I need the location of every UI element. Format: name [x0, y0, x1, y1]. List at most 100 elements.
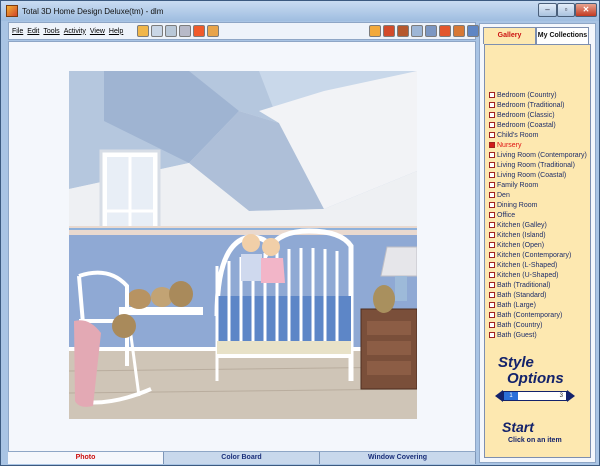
nursery-room-image: [69, 71, 417, 419]
tab-my-collections[interactable]: My Collections: [536, 27, 589, 44]
checkbox-icon[interactable]: [489, 252, 495, 258]
close-button[interactable]: ✕: [575, 3, 597, 17]
checkbox-icon[interactable]: [489, 102, 495, 108]
checkbox-icon[interactable]: [489, 172, 495, 178]
tab-color-board[interactable]: Color Board: [164, 452, 320, 464]
paint-icon[interactable]: [383, 25, 395, 37]
gallery-sidebar: Gallery My Collections Bedroom (Country)…: [479, 23, 596, 463]
toolbar-right: [367, 25, 479, 37]
list-item[interactable]: Kitchen (Island): [489, 230, 587, 240]
list-item[interactable]: Living Room (Contemporary): [489, 150, 587, 160]
export-icon[interactable]: [467, 25, 479, 37]
gallery-item-label: Living Room (Traditional): [497, 161, 575, 169]
prev-arrow-icon[interactable]: [495, 390, 503, 402]
gallery-item-label: Living Room (Contemporary): [497, 151, 587, 159]
list-item[interactable]: Bedroom (Traditional): [489, 100, 587, 110]
window-title: Total 3D Home Design Deluxe(tm) - dlm: [22, 6, 164, 16]
cart-icon[interactable]: [425, 25, 437, 37]
list-item[interactable]: Kitchen (U-Shaped): [489, 270, 587, 280]
list-item[interactable]: Family Room: [489, 180, 587, 190]
gallery-icon[interactable]: [165, 25, 177, 37]
checkbox-icon[interactable]: [489, 122, 495, 128]
open-icon[interactable]: [151, 25, 163, 37]
list-item[interactable]: Living Room (Traditional): [489, 160, 587, 170]
checkbox-icon[interactable]: [489, 292, 495, 298]
checkbox-icon[interactable]: [489, 232, 495, 238]
checkbox-icon[interactable]: [489, 152, 495, 158]
gallery-item-label: Den: [497, 191, 510, 199]
checkbox-icon[interactable]: [489, 142, 495, 148]
list-item[interactable]: Bath (Traditional): [489, 280, 587, 290]
checkbox-icon[interactable]: [489, 132, 495, 138]
wall-icon[interactable]: [369, 25, 381, 37]
list-item[interactable]: Bedroom (Coastal): [489, 120, 587, 130]
menu-view[interactable]: View: [90, 28, 105, 35]
menu-activity[interactable]: Activity: [64, 28, 86, 35]
checkbox-icon[interactable]: [489, 242, 495, 248]
checkbox-icon[interactable]: [489, 332, 495, 338]
title-bar[interactable]: Total 3D Home Design Deluxe(tm) - dlm – …: [1, 1, 599, 21]
start-hint: Click on an item: [508, 437, 562, 444]
list-item[interactable]: Kitchen (Galley): [489, 220, 587, 230]
list-item[interactable]: Bedroom (Country): [489, 90, 587, 100]
slider-track[interactable]: 1 3: [503, 391, 567, 401]
list-item[interactable]: Kitchen (L-Shaped): [489, 260, 587, 270]
style-options-slider[interactable]: 1 3: [495, 390, 575, 402]
shopping-icon[interactable]: [439, 25, 451, 37]
list-item[interactable]: Kitchen (Open): [489, 240, 587, 250]
list-item[interactable]: Dining Room: [489, 200, 587, 210]
list-item[interactable]: Bath (Standard): [489, 290, 587, 300]
window-icon[interactable]: [411, 25, 423, 37]
gallery-item-label: Kitchen (U-Shaped): [497, 271, 559, 279]
next-arrow-icon[interactable]: [567, 390, 575, 402]
checkbox-icon[interactable]: [489, 212, 495, 218]
checkbox-icon[interactable]: [489, 202, 495, 208]
color-icon[interactable]: [179, 25, 191, 37]
list-item[interactable]: Bath (Guest): [489, 330, 587, 340]
tab-gallery[interactable]: Gallery: [483, 27, 536, 44]
checkbox-icon[interactable]: [489, 192, 495, 198]
minimize-button[interactable]: –: [538, 3, 557, 17]
list-item[interactable]: Child's Room: [489, 130, 587, 140]
menu-tools[interactable]: Tools: [43, 28, 59, 35]
tab-photo[interactable]: Photo: [8, 452, 164, 464]
list-item[interactable]: Nursery: [489, 140, 587, 150]
room-photo[interactable]: [69, 71, 417, 419]
checkbox-icon[interactable]: [489, 312, 495, 318]
gallery-item-label: Bedroom (Coastal): [497, 121, 556, 129]
checkbox-icon[interactable]: [489, 92, 495, 98]
checkbox-icon[interactable]: [489, 302, 495, 308]
list-item[interactable]: Kitchen (Contemporary): [489, 250, 587, 260]
list-item[interactable]: Bedroom (Classic): [489, 110, 587, 120]
checkbox-icon[interactable]: [489, 112, 495, 118]
list-item[interactable]: Living Room (Coastal): [489, 170, 587, 180]
checkbox-icon[interactable]: [489, 222, 495, 228]
checkbox-icon[interactable]: [489, 262, 495, 268]
gallery-item-label: Kitchen (Galley): [497, 221, 547, 229]
menu-file[interactable]: File: [12, 28, 23, 35]
gallery-item-label: Dining Room: [497, 201, 538, 209]
list-item[interactable]: Bath (Contemporary): [489, 310, 587, 320]
bag-icon[interactable]: [453, 25, 465, 37]
checkbox-icon[interactable]: [489, 162, 495, 168]
new-plan-icon[interactable]: [137, 25, 149, 37]
furniture-icon[interactable]: [397, 25, 409, 37]
menu-help[interactable]: Help: [109, 28, 123, 35]
gallery-item-label: Bedroom (Country): [497, 91, 557, 99]
help-icon[interactable]: [193, 25, 205, 37]
menu-edit[interactable]: Edit: [27, 28, 39, 35]
cursor-help-icon[interactable]: [207, 25, 219, 37]
list-item[interactable]: Office: [489, 210, 587, 220]
checkbox-icon[interactable]: [489, 322, 495, 328]
checkbox-icon[interactable]: [489, 272, 495, 278]
tab-window-covering[interactable]: Window Covering: [320, 452, 476, 464]
slider-max-label: 3: [559, 393, 563, 399]
checkbox-icon[interactable]: [489, 282, 495, 288]
list-item[interactable]: Bath (Large): [489, 300, 587, 310]
gallery-item-label: Living Room (Coastal): [497, 171, 567, 179]
list-item[interactable]: Den: [489, 190, 587, 200]
slider-thumb[interactable]: 1: [504, 392, 518, 400]
list-item[interactable]: Bath (Country): [489, 320, 587, 330]
checkbox-icon[interactable]: [489, 182, 495, 188]
maximize-button[interactable]: ▫: [557, 3, 575, 17]
